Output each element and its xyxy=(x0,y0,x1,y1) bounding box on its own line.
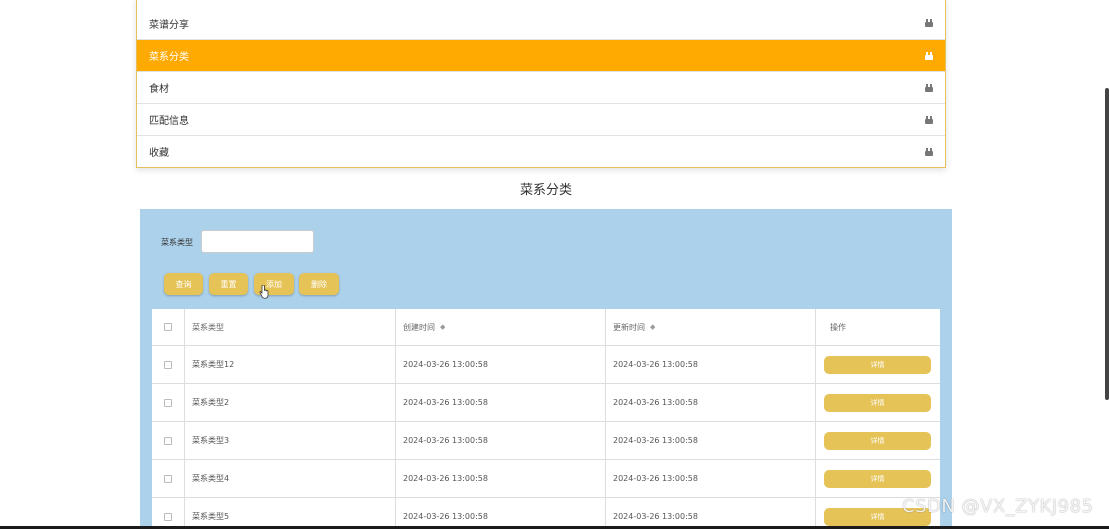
table-row: 菜系类型4 2024-03-26 13:00:58 2024-03-26 13:… xyxy=(152,459,940,497)
cell-created-time: 2024-03-26 13:00:58 xyxy=(395,498,605,529)
menu-item-label: 菜系分类 xyxy=(149,52,189,63)
select-all-checkbox[interactable] xyxy=(164,323,172,331)
header-actions: 操作 xyxy=(815,309,940,345)
category-menu: 菜谱分享 菜系分类 食材 匹配信息 收藏 xyxy=(136,0,946,168)
cell-cuisine-type: 菜系类型4 xyxy=(184,460,395,497)
cuisine-type-search-input[interactable] xyxy=(201,230,314,253)
detail-button[interactable]: 详情 xyxy=(824,355,931,374)
header-label: 创建时间 xyxy=(403,322,435,332)
sort-icon[interactable]: ◆ xyxy=(650,323,655,331)
table-row: 菜系类型3 2024-03-26 13:00:58 2024-03-26 13:… xyxy=(152,421,940,459)
menu-item-recipe-share[interactable]: 菜谱分享 xyxy=(137,7,945,39)
cell-created-time: 2024-03-26 13:00:58 xyxy=(395,422,605,459)
cell-created-time: 2024-03-26 13:00:58 xyxy=(395,384,605,421)
row-checkbox[interactable] xyxy=(164,512,172,521)
cell-updated-time: 2024-03-26 13:00:58 xyxy=(605,498,815,529)
search-label: 菜系类型 xyxy=(161,238,193,247)
header-updated-time[interactable]: 更新时间 ◆ xyxy=(605,309,815,345)
cell-updated-time: 2024-03-26 13:00:58 xyxy=(605,346,815,383)
cell-cuisine-type: 菜系类型5 xyxy=(184,498,395,529)
header-created-time[interactable]: 创建时间 ◆ xyxy=(395,309,605,345)
detail-button[interactable]: 详情 xyxy=(824,469,931,488)
cell-created-time: 2024-03-26 13:00:58 xyxy=(395,460,605,497)
table-header-row: 菜系类型 创建时间 ◆ 更新时间 ◆ 操作 xyxy=(152,309,940,345)
hand-cursor-icon xyxy=(259,285,269,299)
row-checkbox[interactable] xyxy=(164,474,172,483)
menu-item-match-info[interactable]: 匹配信息 xyxy=(137,103,945,135)
menu-item-favorites[interactable]: 收藏 xyxy=(137,135,945,167)
delete-button[interactable]: 删除 xyxy=(299,273,339,295)
row-checkbox[interactable] xyxy=(164,436,172,445)
cell-cuisine-type: 菜系类型2 xyxy=(184,384,395,421)
header-cuisine-type: 菜系类型 xyxy=(184,309,395,345)
row-checkbox[interactable] xyxy=(164,360,172,369)
sort-icon[interactable]: ◆ xyxy=(440,323,445,331)
header-label: 更新时间 xyxy=(613,322,645,332)
cell-updated-time: 2024-03-26 13:00:58 xyxy=(605,422,815,459)
table-row: 菜系类型5 2024-03-26 13:00:58 2024-03-26 13:… xyxy=(152,497,940,529)
content-panel: 菜系类型 查询 重置 添加 删除 菜系类型 创建时间 ◆ 更新时间 ◆ 操作 菜系类… xyxy=(140,209,952,529)
table-row: 菜系类型2 2024-03-26 13:00:58 2024-03-26 13:… xyxy=(152,383,940,421)
bag-icon xyxy=(925,147,933,156)
bag-icon xyxy=(925,19,933,27)
menu-item-cuisine-category[interactable]: 菜系分类 xyxy=(137,39,945,71)
menu-item-label: 菜谱分享 xyxy=(149,19,189,31)
page: 菜谱分享 菜系分类 食材 匹配信息 收藏 菜系分类 菜系类型 查询 重置 添加 … xyxy=(0,0,1109,529)
cell-cuisine-type: 菜系类型3 xyxy=(184,422,395,459)
menu-item-label: 匹配信息 xyxy=(149,116,189,127)
reset-button[interactable]: 重置 xyxy=(209,273,248,295)
cell-updated-time: 2024-03-26 13:00:58 xyxy=(605,384,815,421)
menu-item-label: 食材 xyxy=(149,84,169,95)
table-row: 菜系类型12 2024-03-26 13:00:58 2024-03-26 13… xyxy=(152,345,940,383)
query-button[interactable]: 查询 xyxy=(164,273,203,295)
cell-cuisine-type: 菜系类型12 xyxy=(184,346,395,383)
menu-item-ingredients[interactable]: 食材 xyxy=(137,71,945,103)
bag-icon xyxy=(925,51,933,60)
cell-updated-time: 2024-03-26 13:00:58 xyxy=(605,460,815,497)
detail-button[interactable]: 详情 xyxy=(824,393,931,412)
page-title: 菜系分类 xyxy=(519,183,572,198)
data-table: 菜系类型 创建时间 ◆ 更新时间 ◆ 操作 菜系类型12 2024-03-26 13… xyxy=(152,309,940,529)
menu-item-label: 收藏 xyxy=(149,148,169,159)
detail-button[interactable]: 详情 xyxy=(824,431,931,450)
row-checkbox[interactable] xyxy=(164,398,172,407)
page-scrollbar[interactable] xyxy=(1105,88,1109,400)
watermark: CSDN @VX_ZYKJ985 xyxy=(902,496,1094,517)
bag-icon xyxy=(925,115,933,124)
bag-icon xyxy=(925,83,933,92)
cell-created-time: 2024-03-26 13:00:58 xyxy=(395,346,605,383)
